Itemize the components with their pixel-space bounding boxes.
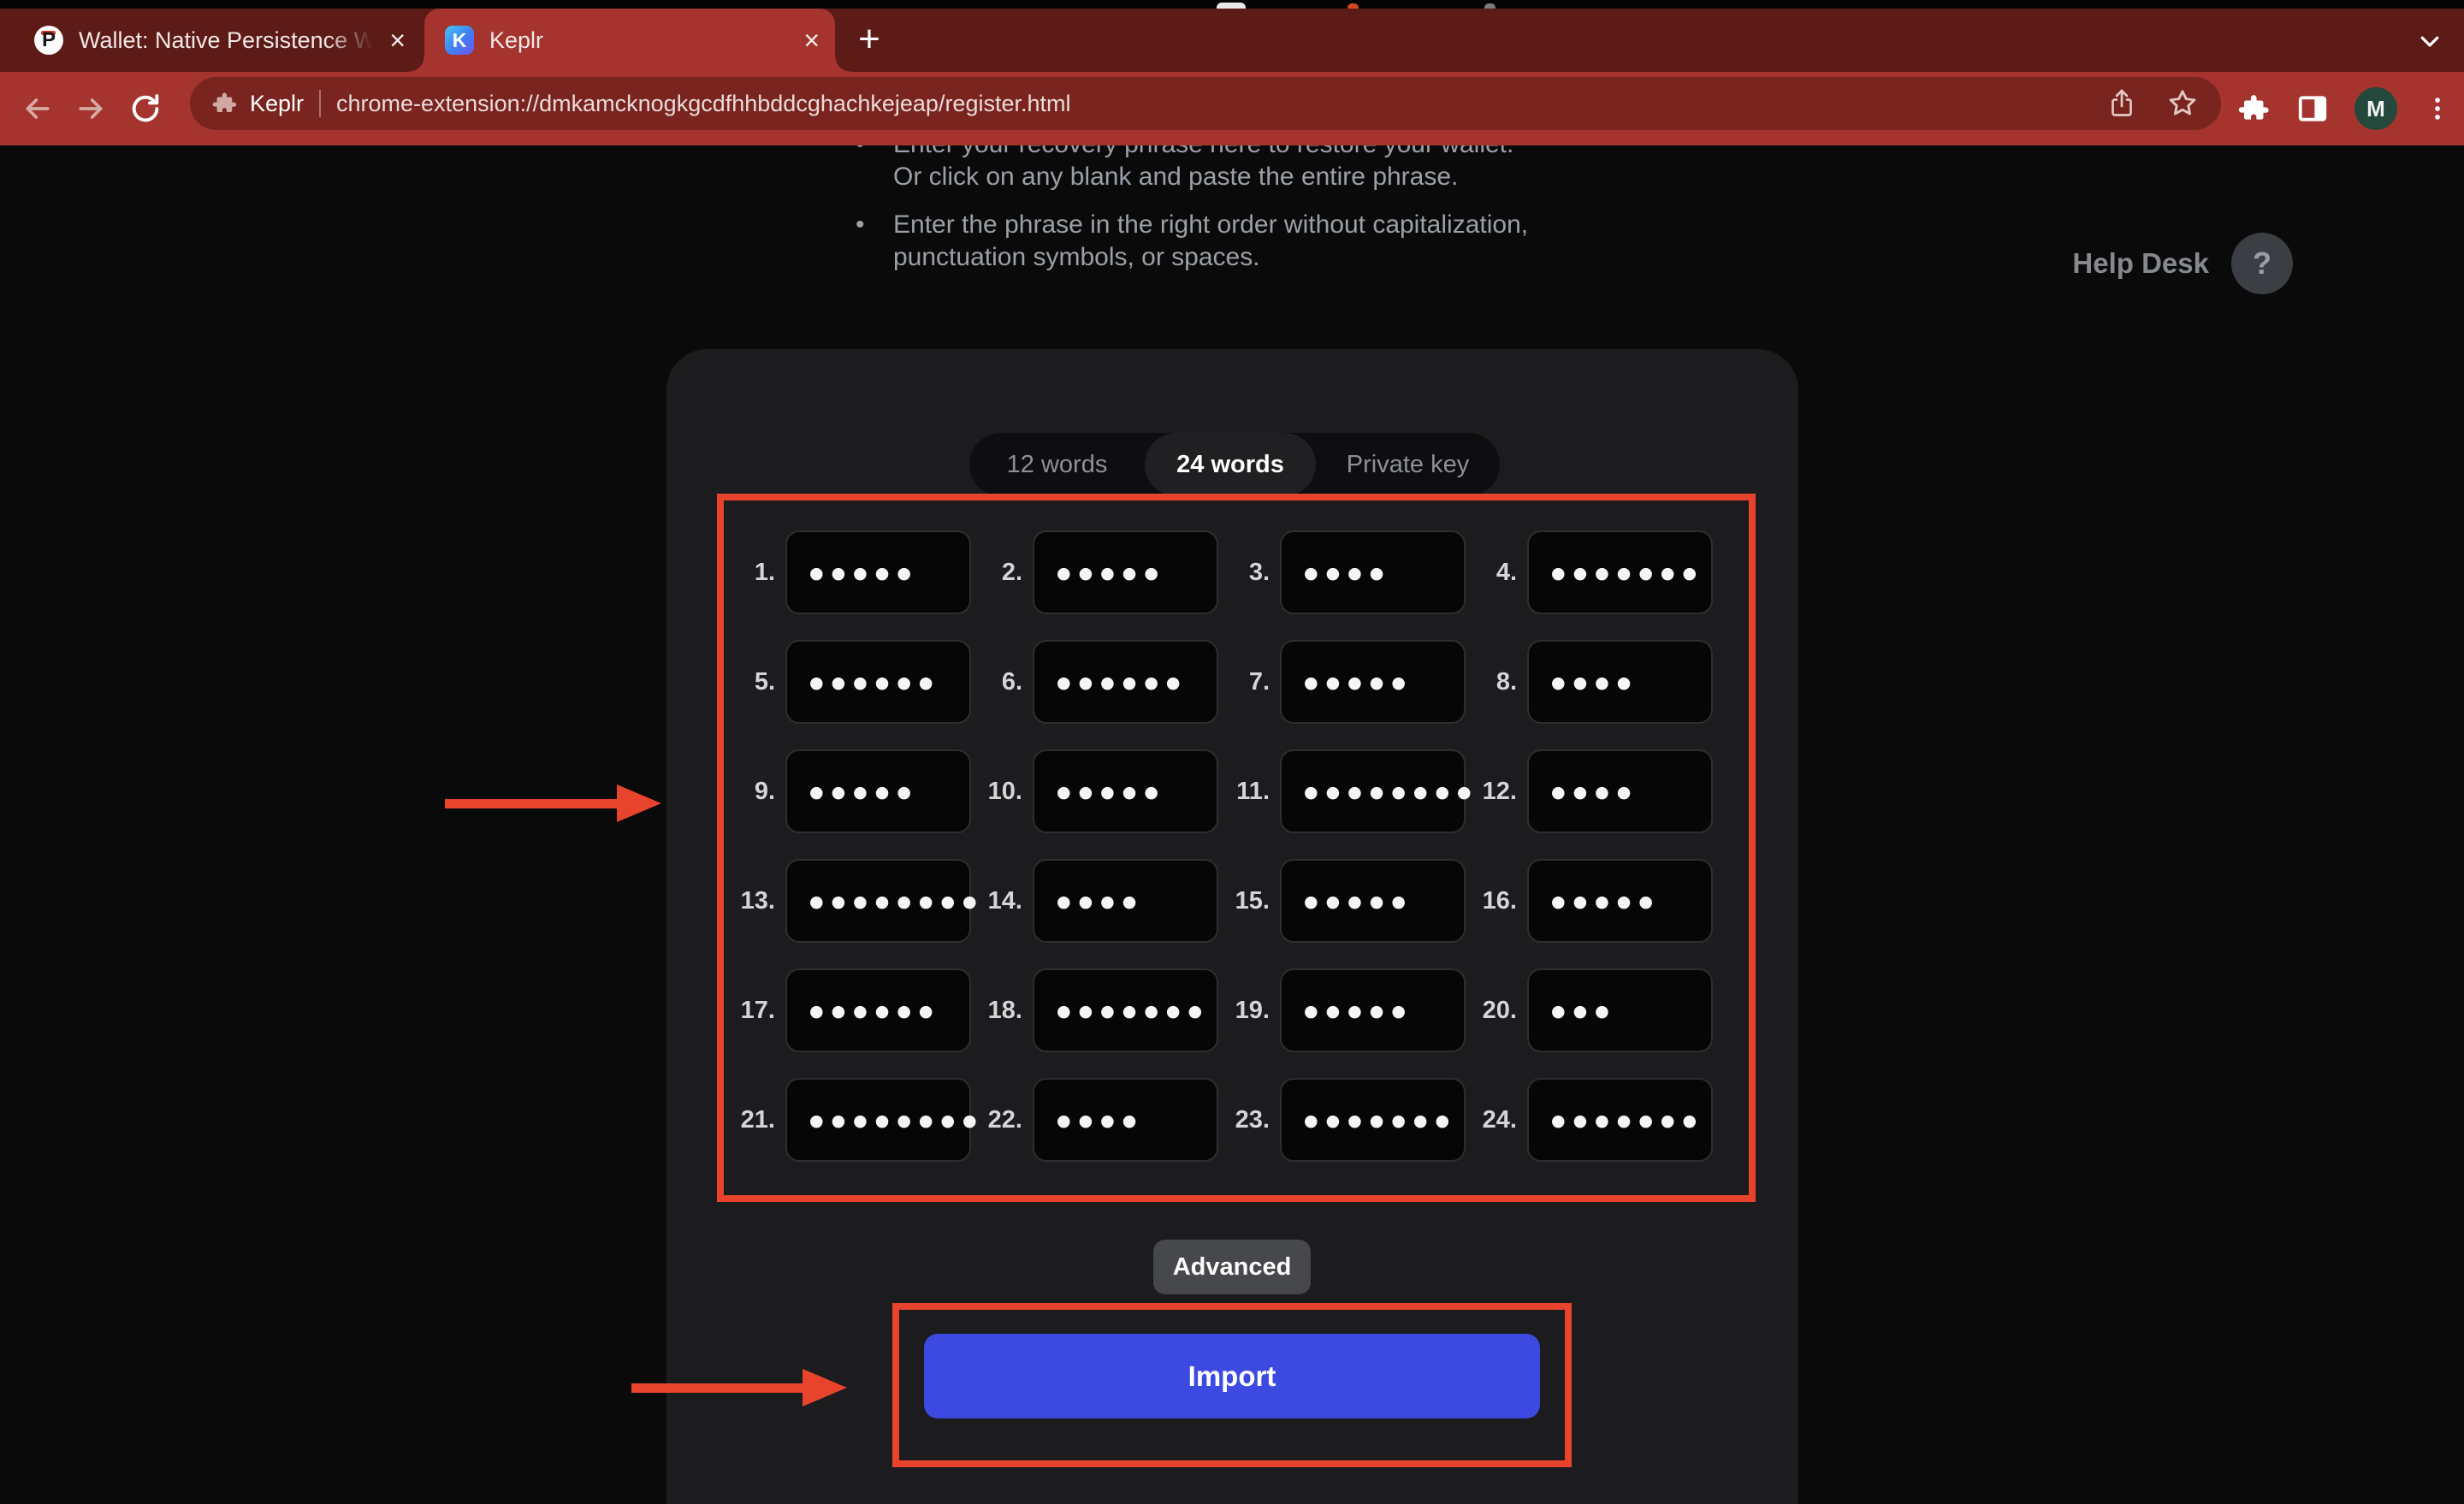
tab-24-words[interactable]: 24 words [1145,433,1316,496]
forward-button[interactable] [70,88,111,129]
keplr-favicon-icon: K [445,26,474,55]
word-count-tabs: 12 words 24 words Private key [969,433,1500,496]
reload-button[interactable] [125,88,166,129]
tab-persistence-wallet[interactable]: P Wallet: Native Persistence Web × [15,9,418,72]
menubar-partial-icon [1217,3,1246,9]
instruction-item: • Enter the phrase in the right order wi… [856,209,1677,274]
bullet: • [856,209,893,274]
side-panel-icon[interactable] [2296,92,2329,125]
instructions-list: • Enter your recovery phrase here to res… [856,128,1677,289]
persistence-favicon-icon: P [34,26,63,55]
question-mark-icon: ? [2253,246,2272,281]
share-icon[interactable] [2106,88,2137,119]
tab-private-key[interactable]: Private key [1316,433,1500,496]
menu-kebab-icon[interactable] [2423,94,2452,123]
url-text: chrome-extension://dmkamcknogkgcdfhhbddc… [336,91,2089,117]
menubar-partial-icon [1484,3,1496,9]
tab-title: Keplr [489,27,793,54]
menubar-partial-icon [1348,3,1359,9]
close-tab-icon[interactable]: × [389,27,406,54]
extensions-icon[interactable] [2238,92,2271,125]
tab-strip: P Wallet: Native Persistence Web × K Kep… [0,9,2464,72]
browser-toolbar: Keplr chrome-extension://dmkamcknogkgcdf… [0,72,2464,145]
profile-avatar[interactable]: M [2354,87,2397,130]
address-bar[interactable]: Keplr chrome-extension://dmkamcknogkgcdf… [190,77,2221,130]
tab-keplr[interactable]: K Keplr × [424,9,835,72]
screen: • Enter your recovery phrase here to res… [0,0,2464,1504]
page-content: • Enter your recovery phrase here to res… [0,0,2464,1504]
advanced-button[interactable]: Advanced [1153,1240,1311,1294]
extension-puzzle-icon [212,91,238,116]
instruction-text: Enter the phrase in the right order with… [893,209,1528,274]
annotation-arrow-grid [445,785,661,822]
instruction-line: Or click on any blank and paste the enti… [893,163,1458,191]
menubar-remnant [0,0,2464,9]
annotation-rect-import [892,1303,1572,1467]
annotation-arrow-import [631,1369,847,1406]
close-tab-icon[interactable]: × [803,27,820,54]
help-desk-label: Help Desk [2072,247,2209,280]
instruction-line: punctuation symbols, or spaces. [893,243,1260,271]
bookmark-star-icon[interactable] [2166,87,2199,120]
instruction-line: Enter the phrase in the right order with… [893,210,1528,239]
help-desk: Help Desk ? [2072,233,2293,294]
toolbar-right: M [2238,72,2452,145]
help-button[interactable]: ? [2231,233,2293,294]
tab-12-words[interactable]: 12 words [969,433,1145,496]
extension-name: Keplr [250,91,304,117]
new-tab-button[interactable]: + [850,22,888,60]
divider [319,90,321,117]
back-button[interactable] [17,88,58,129]
tab-search-chevron-icon[interactable] [2414,26,2445,56]
annotation-rect-grid [717,494,1756,1202]
tab-title: Wallet: Native Persistence Web [79,27,379,54]
